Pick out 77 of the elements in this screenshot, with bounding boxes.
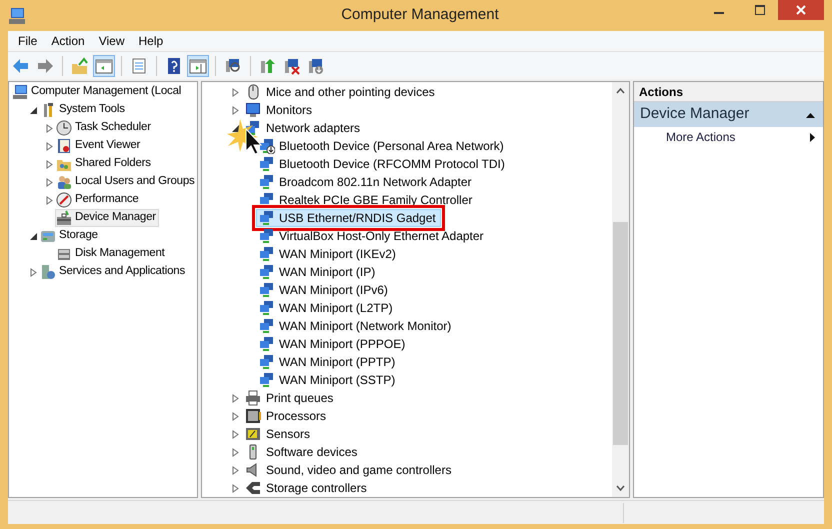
tree-item[interactable]: Performance <box>55 191 142 209</box>
actions-header: Actions <box>634 82 823 102</box>
computer-icon <box>12 84 28 100</box>
tree-item[interactable]: System Tools <box>39 101 128 119</box>
menu-item[interactable]: File <box>11 31 44 51</box>
tree-item[interactable]: Task Scheduler <box>55 119 154 137</box>
tree-item[interactable]: Mice and other pointing devices <box>266 83 435 101</box>
app-icon <box>8 6 26 24</box>
pane-icon <box>95 56 113 74</box>
tree-item[interactable]: WAN Miniport (IPv6) <box>256 281 393 299</box>
tree-item[interactable]: WAN Miniport (SSTP) <box>256 371 400 389</box>
action-item[interactable]: More Actions <box>634 127 823 147</box>
toolbox-icon <box>56 210 72 226</box>
list-icon <box>130 56 148 74</box>
update-icon <box>259 56 277 74</box>
tree-item[interactable]: WAN Miniport (IP) <box>256 263 380 281</box>
scrollbar[interactable] <box>612 82 629 497</box>
pane-button[interactable] <box>93 54 115 76</box>
help-icon <box>165 56 183 74</box>
tree-item[interactable]: Device Manager <box>55 209 159 227</box>
maximize-icon <box>755 5 765 15</box>
tree-item[interactable]: WAN Miniport (PPPOE) <box>256 335 410 353</box>
tree-item[interactable]: VirtualBox Host-Only Ethernet Adapter <box>256 227 489 245</box>
minimize-icon <box>714 12 724 14</box>
tree-item[interactable]: Bluetooth Device (RFCOMM Protocol TDI) <box>256 155 510 173</box>
tree-item[interactable]: Services and Applications <box>39 263 188 281</box>
back-arrow-icon <box>12 56 30 74</box>
tree-item[interactable]: Storage controllers <box>266 479 367 497</box>
tree-item[interactable]: Shared Folders <box>55 155 154 173</box>
tree-item[interactable]: WAN Miniport (IKEv2) <box>256 245 401 263</box>
close-button[interactable] <box>778 0 824 20</box>
printer-icon <box>245 390 261 406</box>
tree-item[interactable]: Processors <box>266 407 326 425</box>
storage-controller-icon <box>245 480 261 496</box>
log-icon <box>56 138 72 154</box>
menu-item[interactable]: Help <box>132 31 170 51</box>
tree-item[interactable]: WAN Miniport (L2TP) <box>256 299 398 317</box>
tree-item[interactable]: Realtek PCIe GBE Family Controller <box>256 191 478 209</box>
chip-icon <box>245 408 261 424</box>
disable-icon <box>307 56 325 74</box>
section-header[interactable]: Device Manager <box>634 102 823 127</box>
forward-arrow-icon <box>36 56 54 74</box>
services-icon <box>40 264 56 280</box>
tree-item[interactable]: Monitors <box>266 101 312 119</box>
uninstall-icon <box>283 56 301 74</box>
tree-item[interactable]: WAN Miniport (PPTP) <box>256 353 400 371</box>
tree-item[interactable]: Software devices <box>266 443 358 461</box>
sensor-icon <box>245 426 261 442</box>
tree-item[interactable]: Disk Management <box>55 245 168 263</box>
folder-up-icon <box>71 56 89 74</box>
tree-item[interactable]: USB Ethernet/RNDIS Gadget <box>256 209 441 227</box>
tree-item[interactable]: Sound, video and game controllers <box>266 461 452 479</box>
tree-item[interactable]: Print queues <box>266 389 334 407</box>
scan-icon <box>224 56 242 74</box>
tree-item[interactable]: Sensors <box>266 425 310 443</box>
window-title: Computer Management <box>341 5 499 26</box>
collapse-arrow-icon <box>806 112 815 118</box>
menu-item[interactable]: Action <box>44 31 92 51</box>
cursor-icon <box>226 117 262 155</box>
close-icon <box>796 5 806 15</box>
scrollbar-thumb[interactable] <box>613 222 628 445</box>
tree-item[interactable]: Event Viewer <box>55 137 144 155</box>
menu-item[interactable]: View <box>92 31 132 51</box>
pane-icon <box>189 56 207 74</box>
disk-drive-icon <box>56 246 72 262</box>
clock-icon <box>56 120 72 136</box>
tree-item[interactable]: WAN Miniport (Network Monitor) <box>256 317 456 335</box>
tree-item[interactable]: Broadcom 802.11n Network Adapter <box>256 173 477 191</box>
monitor-icon <box>245 102 261 118</box>
tree-item[interactable]: Storage <box>39 227 101 245</box>
pane-button[interactable] <box>187 54 209 76</box>
tree-item[interactable]: Computer Management (Local <box>11 83 184 101</box>
gauge-icon <box>56 192 72 208</box>
storage-icon <box>40 228 56 244</box>
users-icon <box>56 174 72 190</box>
tree-item[interactable]: Local Users and Groups <box>55 173 197 191</box>
tree-item[interactable]: Network adapters <box>266 119 360 137</box>
